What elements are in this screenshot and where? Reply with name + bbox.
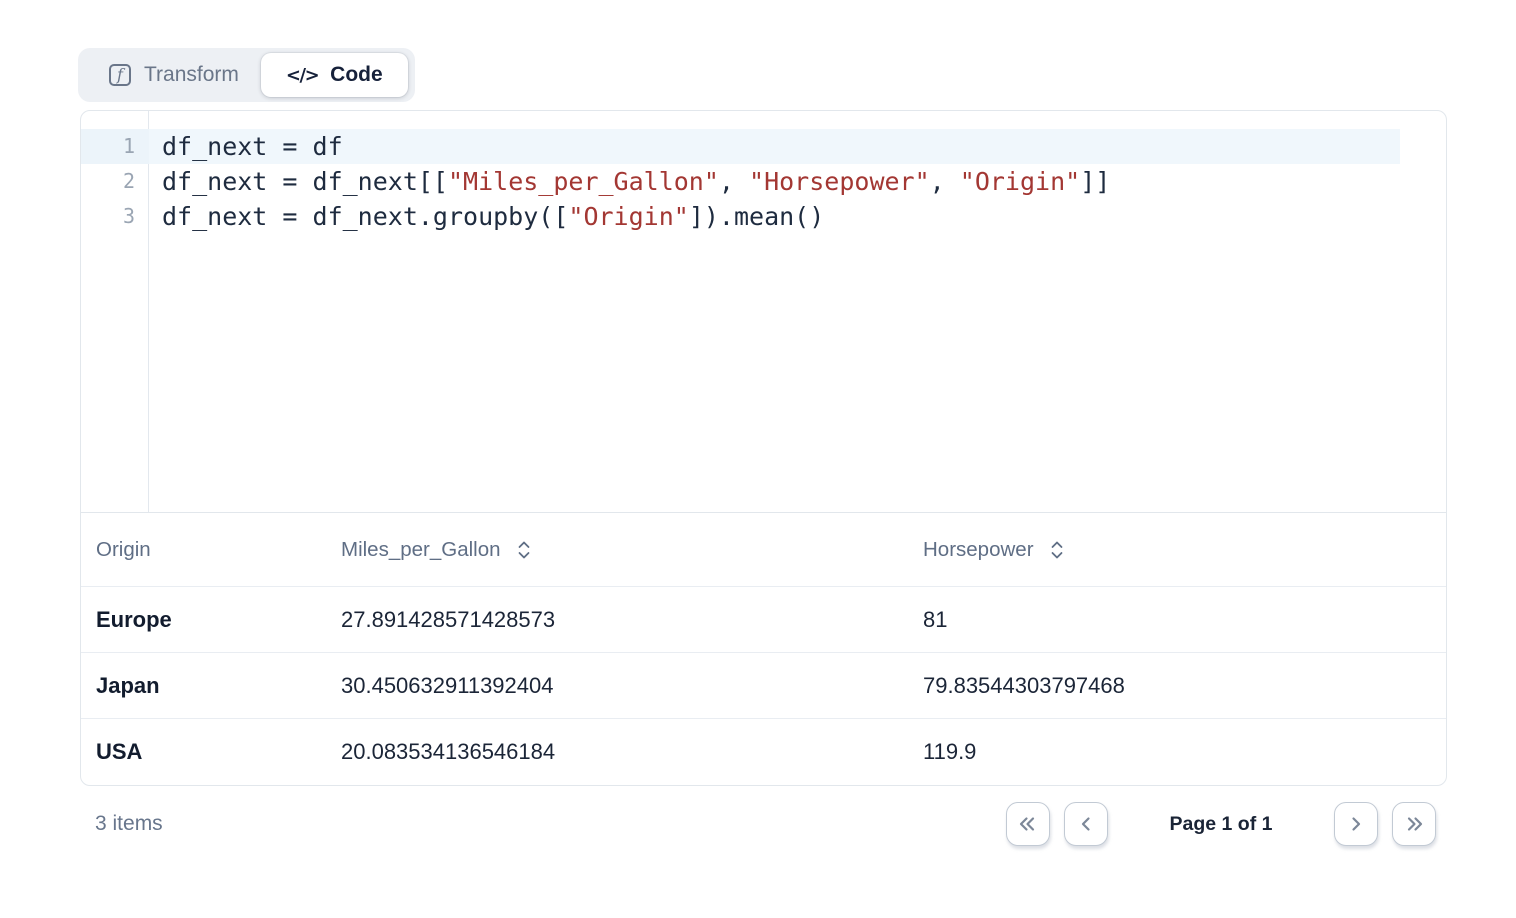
cell-miles-per-gallon: 30.450632911392404 bbox=[326, 673, 908, 699]
code-editor[interactable]: 1 df_next = df 2 df_next = df_next[["Mil… bbox=[81, 111, 1446, 513]
table-row: Japan 30.450632911392404 79.835443037974… bbox=[81, 653, 1446, 719]
last-page-button[interactable] bbox=[1392, 802, 1436, 846]
code-line[interactable]: 2 df_next = df_next[["Miles_per_Gallon",… bbox=[81, 164, 1446, 199]
view-toggle: f Transform </> Code bbox=[78, 48, 415, 102]
sort-icon bbox=[1049, 540, 1065, 560]
line-number: 1 bbox=[81, 129, 149, 164]
line-number: 3 bbox=[81, 199, 149, 234]
table-footer: 3 items Page 1 of 1 bbox=[80, 802, 1447, 846]
code-line-text: df_next = df_next[["Miles_per_Gallon", "… bbox=[149, 164, 1446, 199]
code-line[interactable]: 1 df_next = df bbox=[81, 129, 1446, 164]
cell-origin: Europe bbox=[81, 607, 326, 633]
tab-transform-label: Transform bbox=[144, 63, 239, 87]
function-icon: f bbox=[109, 64, 131, 86]
column-header-horsepower[interactable]: Horsepower bbox=[908, 538, 1446, 562]
items-count: 3 items bbox=[80, 812, 163, 836]
tab-transform[interactable]: f Transform bbox=[78, 48, 261, 102]
table-row: Europe 27.891428571428573 81 bbox=[81, 587, 1446, 653]
code-line-text: df_next = df_next.groupby(["Origin"]).me… bbox=[149, 199, 1446, 234]
cell-miles-per-gallon: 27.891428571428573 bbox=[326, 607, 908, 633]
line-number: 2 bbox=[81, 164, 149, 199]
tab-code[interactable]: </> Code bbox=[261, 53, 408, 97]
prev-page-button[interactable] bbox=[1064, 802, 1108, 846]
cell-horsepower: 119.9 bbox=[908, 739, 1446, 765]
page-indicator: Page 1 of 1 bbox=[1122, 813, 1320, 836]
table-row: USA 20.083534136546184 119.9 bbox=[81, 719, 1446, 785]
first-page-icon bbox=[1017, 813, 1039, 835]
next-page-button[interactable] bbox=[1334, 802, 1378, 846]
code-line-text: df_next = df bbox=[149, 129, 1446, 164]
pagination: Page 1 of 1 bbox=[1006, 802, 1447, 846]
cell-origin: USA bbox=[81, 739, 326, 765]
tab-code-label: Code bbox=[330, 63, 383, 87]
column-header-label: Horsepower bbox=[923, 538, 1034, 562]
code-line[interactable]: 3 df_next = df_next.groupby(["Origin"]).… bbox=[81, 199, 1446, 234]
page: f Transform </> Code 1 df_next = df 2 df… bbox=[0, 0, 1516, 918]
table-header-row: Origin Miles_per_Gallon Horsepower bbox=[81, 513, 1446, 587]
cell-miles-per-gallon: 20.083534136546184 bbox=[326, 739, 908, 765]
result-table: Origin Miles_per_Gallon Horsepower bbox=[81, 513, 1446, 785]
prev-page-icon bbox=[1075, 813, 1097, 835]
column-header-label: Miles_per_Gallon bbox=[341, 538, 501, 562]
code-icon: </> bbox=[286, 65, 318, 86]
sort-icon bbox=[516, 540, 532, 560]
last-page-icon bbox=[1403, 813, 1425, 835]
next-page-icon bbox=[1345, 813, 1367, 835]
cell-horsepower: 79.83544303797468 bbox=[908, 673, 1446, 699]
column-header-origin: Origin bbox=[81, 538, 326, 562]
data-panel: 1 df_next = df 2 df_next = df_next[["Mil… bbox=[80, 110, 1447, 786]
first-page-button[interactable] bbox=[1006, 802, 1050, 846]
cell-horsepower: 81 bbox=[908, 607, 1446, 633]
column-header-miles-per-gallon[interactable]: Miles_per_Gallon bbox=[326, 538, 908, 562]
cell-origin: Japan bbox=[81, 673, 326, 699]
